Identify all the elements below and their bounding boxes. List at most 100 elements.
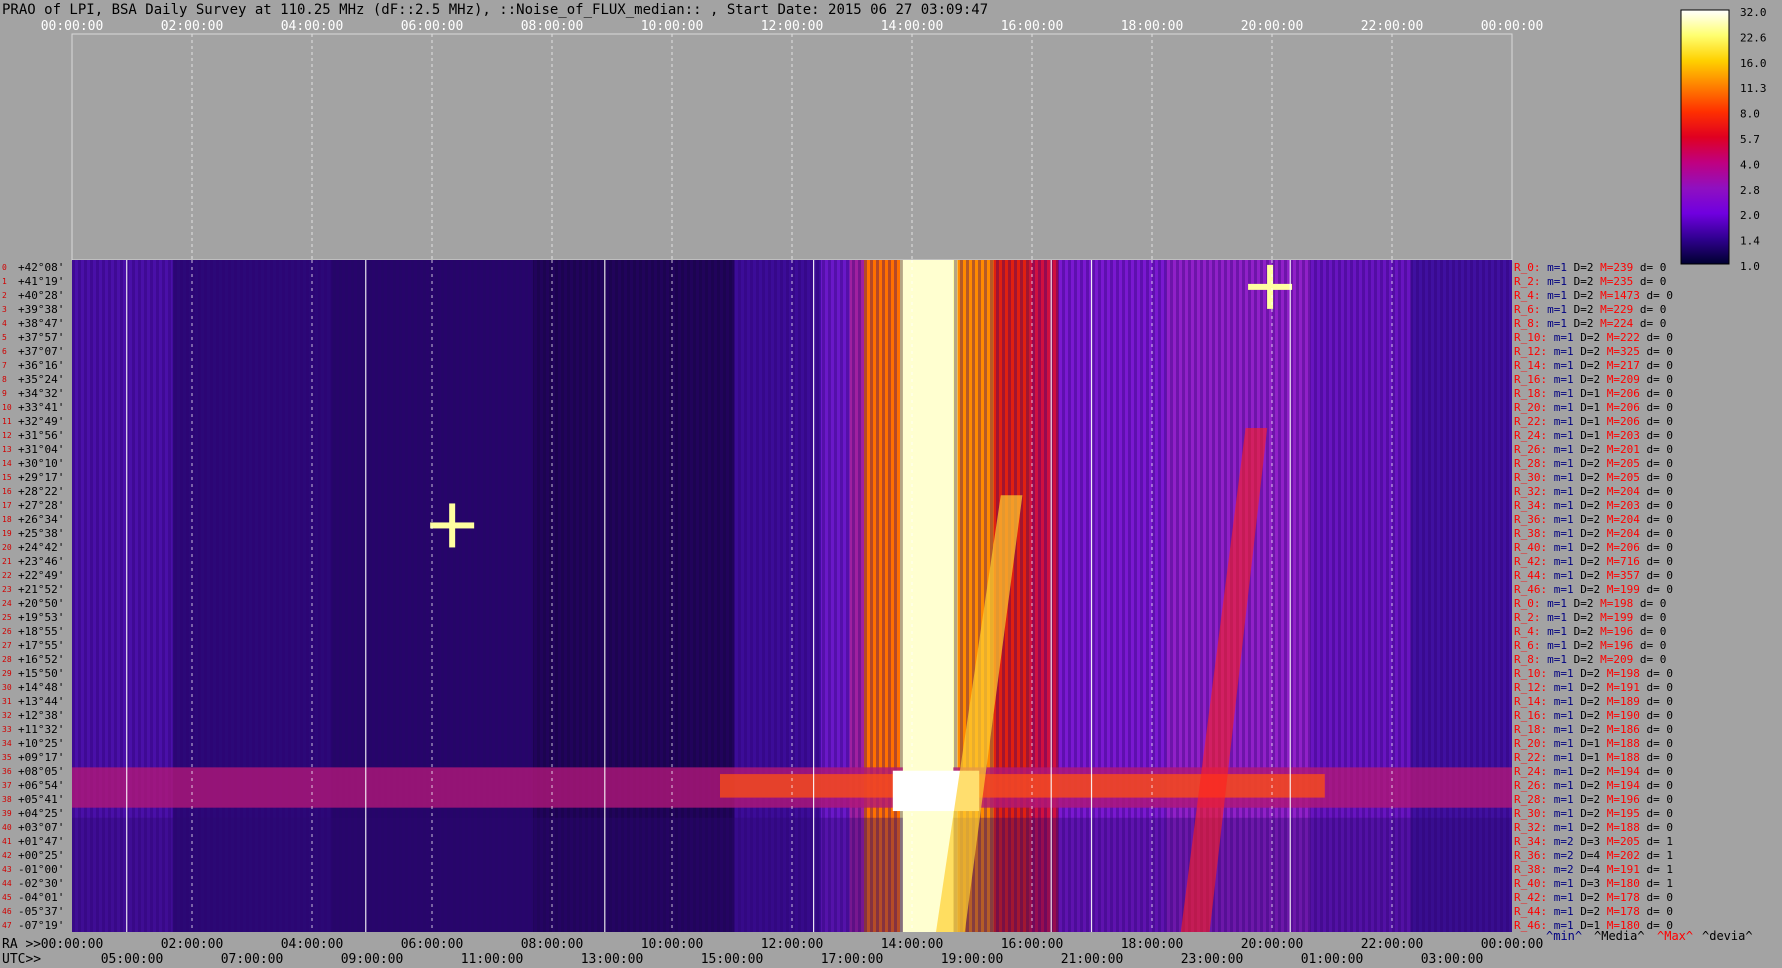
stats-median: D=2 <box>1574 695 1601 708</box>
declination-label: +24°42' <box>18 541 64 554</box>
stats-min: m=1 <box>1547 373 1574 386</box>
stats-max: M=199 <box>1594 611 1634 624</box>
top-tick-label: 08:00:00 <box>521 19 584 34</box>
declination-label: +08°05' <box>18 765 64 778</box>
top-tick-label: 00:00:00 <box>41 19 104 34</box>
top-tick-label: 18:00:00 <box>1121 19 1184 34</box>
stats-line: R_36: m=2 D=4 M=202 d= 1 <box>1514 849 1673 862</box>
stats-row-id: R_40: <box>1514 541 1547 554</box>
stats-median: D=1 <box>1574 429 1601 442</box>
colorbar-label: 2.8 <box>1740 184 1760 197</box>
stats-line: R_32: m=1 D=2 M=188 d= 0 <box>1514 821 1673 834</box>
stats-min: m=1 <box>1547 681 1574 694</box>
stats-line: R_0: m=1 D=2 M=239 d= 0 <box>1514 261 1666 274</box>
declination-label: +13°44' <box>18 695 64 708</box>
row-number: 11 <box>2 417 12 426</box>
declination-label: +25°38' <box>18 527 64 540</box>
heatmap-source-core <box>902 260 954 932</box>
stats-max: M=204 <box>1600 513 1640 526</box>
stats-min: m=1 <box>1547 737 1574 750</box>
stats-median: D=3 <box>1574 835 1601 848</box>
declination-label: +41°19' <box>18 275 64 288</box>
stats-max: M=178 <box>1600 905 1640 918</box>
declination-label: +01°47' <box>18 835 64 848</box>
declination-label: +03°07' <box>18 821 64 834</box>
stats-median: D=2 <box>1567 639 1594 652</box>
stats-row-id: R_30: <box>1514 807 1547 820</box>
stats-row-id: R_28: <box>1514 457 1547 470</box>
declination-label: +00°25' <box>18 849 64 862</box>
stats-row-id: R_18: <box>1514 387 1547 400</box>
stats-min: m=1 <box>1541 639 1568 652</box>
stats-min: m=1 <box>1547 723 1574 736</box>
stats-max: M=198 <box>1594 597 1634 610</box>
declination-label: -05°37' <box>18 905 64 918</box>
stats-line: R_38: m=1 D=2 M=204 d= 0 <box>1514 527 1673 540</box>
stats-row-id: R_20: <box>1514 737 1547 750</box>
bottom-utc-tick-label: 13:00:00 <box>581 952 644 967</box>
stats-max: M=196 <box>1594 625 1634 638</box>
declination-label: +31°56' <box>18 429 64 442</box>
stats-line: R_12: m=1 D=2 M=325 d= 0 <box>1514 345 1673 358</box>
stats-max: M=206 <box>1600 387 1640 400</box>
stats-min: m=1 <box>1547 709 1574 722</box>
stats-row-id: R_10: <box>1514 331 1547 344</box>
stats-row-id: R_40: <box>1514 877 1547 890</box>
bottom-utc-tick-label: 17:00:00 <box>821 952 884 967</box>
stats-max: M=217 <box>1600 359 1640 372</box>
declination-label: -07°19' <box>18 919 64 932</box>
stats-row-id: R_42: <box>1514 555 1547 568</box>
stats-median: D=2 <box>1574 681 1601 694</box>
colorbar-label: 16.0 <box>1740 57 1767 70</box>
stats-median: D=2 <box>1574 471 1601 484</box>
stats-line: R_20: m=1 D=1 M=206 d= 0 <box>1514 401 1673 414</box>
row-number: 23 <box>2 585 12 594</box>
stats-deviation: d= 0 <box>1640 751 1673 764</box>
stats-min: m=1 <box>1541 261 1568 274</box>
row-number: 36 <box>2 767 12 776</box>
stats-deviation: d= 0 <box>1640 821 1673 834</box>
colorbar <box>1680 9 1730 265</box>
stats-line: R_18: m=1 D=2 M=186 d= 0 <box>1514 723 1673 736</box>
top-tick-label: 22:00:00 <box>1361 19 1424 34</box>
stats-deviation: d= 0 <box>1640 485 1673 498</box>
stats-row-id: R_32: <box>1514 485 1547 498</box>
stats-median: D=2 <box>1574 359 1601 372</box>
declination-label: +27°28' <box>18 499 64 512</box>
stats-line: R_32: m=1 D=2 M=204 d= 0 <box>1514 485 1673 498</box>
utc-axis-label: UTC>> <box>2 952 41 967</box>
stats-min: m=1 <box>1541 275 1568 288</box>
stats-line: R_22: m=1 D=1 M=188 d= 0 <box>1514 751 1673 764</box>
top-ra-axis: 00:00:00 02:00:00 04:00:00 06:00:00 08:00:00… <box>41 19 1544 34</box>
stats-deviation: d= 0 <box>1633 317 1666 330</box>
colorbar-label: 32.0 <box>1740 6 1767 19</box>
row-number: 22 <box>2 571 12 580</box>
stats-deviation: d= 0 <box>1640 429 1673 442</box>
stats-max: M=196 <box>1600 793 1640 806</box>
stats-max: M=189 <box>1600 695 1640 708</box>
stats-max: M=196 <box>1594 639 1634 652</box>
stats-deviation: d= 0 <box>1640 331 1673 344</box>
stats-row-id: R_16: <box>1514 373 1547 386</box>
declination-label: +12°38' <box>18 709 64 722</box>
declination-label: -02°30' <box>18 877 64 890</box>
stats-deviation: d= 0 <box>1640 471 1673 484</box>
stats-line: R_4: m=1 D=2 M=1473 d= 0 <box>1514 289 1673 302</box>
top-tick-label: 12:00:00 <box>761 19 824 34</box>
stats-max: M=325 <box>1600 345 1640 358</box>
stats-deviation: d= 0 <box>1633 625 1666 638</box>
stats-median: D=2 <box>1567 261 1594 274</box>
declination-label: +28°22' <box>18 485 64 498</box>
stats-median: D=1 <box>1574 737 1601 750</box>
row-number: 27 <box>2 641 12 650</box>
stats-min: m=1 <box>1547 331 1574 344</box>
stats-deviation: d= 0 <box>1640 513 1673 526</box>
bottom-utc-tick-label: 21:00:00 <box>1061 952 1124 967</box>
legend-devia: ^devia^ <box>1702 929 1753 943</box>
stats-line: R_14: m=1 D=2 M=189 d= 0 <box>1514 695 1673 708</box>
stats-max: M=202 <box>1600 849 1640 862</box>
stats-row-id: R_22: <box>1514 751 1547 764</box>
declination-label: +17°55' <box>18 639 64 652</box>
stats-median: D=2 <box>1574 667 1601 680</box>
declination-label: +18°55' <box>18 625 64 638</box>
